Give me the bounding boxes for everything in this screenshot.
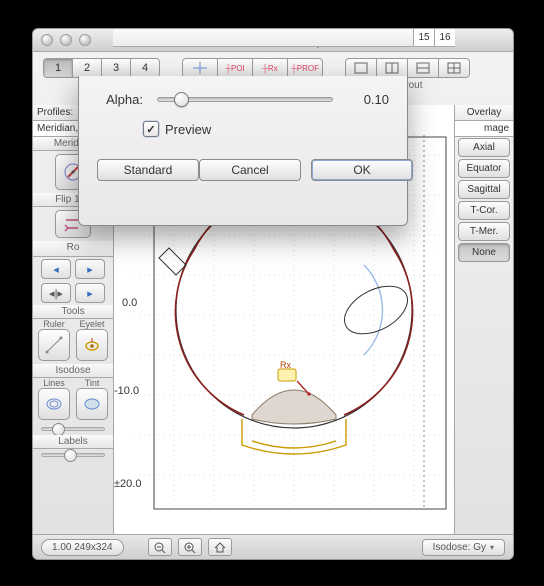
isodose-dropdown[interactable]: Isodose: Gy ▾ [422,539,505,556]
rotate-label: Ro [33,241,113,257]
plaque-1[interactable]: 1 [44,59,73,77]
statusbar: 1.00 249x324 Isodose: Gy ▾ [33,534,513,559]
layout-single-icon [354,62,368,74]
rotate-right-2[interactable]: ▸ [75,283,105,303]
triangle-right-icon: ▸ [87,263,93,276]
rotate-left[interactable]: ◂ [41,259,71,279]
overlay-tmer[interactable]: T-Mer. [458,222,510,241]
tools-label: Tools [33,305,113,319]
zoom-out-icon [153,541,167,553]
zoom-icon[interactable] [79,34,91,46]
ruler-icon [44,335,64,355]
isodose-slider[interactable] [41,427,105,431]
coords-pill: 1.00 249x324 [41,539,124,556]
minimize-icon[interactable] [60,34,72,46]
cursor-cross[interactable] [183,59,218,77]
profile-tabs: 15 16 [113,29,455,47]
close-icon[interactable] [41,34,53,46]
layout-4[interactable] [439,59,469,77]
overlay-none[interactable]: None [458,243,510,262]
overlay-sagittal[interactable]: Sagittal [458,180,510,199]
alpha-value: 0.10 [347,92,389,107]
cursor-poi[interactable]: ┼POI [218,59,253,77]
home-icon [213,541,227,553]
tab-15[interactable]: 15 [413,29,434,46]
overlay-hdr: Overlay [455,105,513,121]
lines-button[interactable] [38,388,70,420]
cancel-button[interactable]: Cancel [199,159,301,181]
alpha-label: Alpha: [97,92,143,107]
rx-label: Rx [280,360,291,370]
preview-label: Preview [165,122,211,137]
overlay-axial[interactable]: Axial [458,138,510,157]
cursor-rx[interactable]: ┼Rx [253,59,288,77]
cursor-prof[interactable]: ┼PROF [288,59,322,77]
layout-segment[interactable] [345,58,470,78]
isodose-text: Isodose: Gy [433,542,486,553]
layout-2col-icon [385,62,399,74]
layout-3[interactable] [408,59,439,77]
y-tick-2: ±20.0 [114,478,141,490]
mage-hdr: mage [455,121,513,137]
standard-button[interactable]: Standard [97,159,199,181]
eyelet-label: Eyelet [73,319,111,329]
ruler-button[interactable] [38,329,70,361]
isodose-label: Isodose [33,364,113,378]
chevron-down-icon: ▾ [490,543,494,552]
triangle-right-icon: ▸ [87,287,93,300]
rx-icon: ┼Rx [261,62,279,74]
y-tick-1: -10.0 [114,385,139,397]
alpha-sheet: Alpha: 0.10 ✓ Preview Standard Cancel OK [78,76,408,226]
labels-label: Labels [33,435,113,449]
poi-icon: ┼POI [226,62,244,74]
mirror-icon: ◂|▸ [49,287,63,300]
crosshair-icon [191,62,209,74]
home-button[interactable] [208,538,232,556]
triangle-left-icon: ◂ [53,263,59,276]
preview-checkbox[interactable]: ✓ [143,121,159,137]
tint-icon [82,394,102,414]
eyelet-icon [82,335,102,355]
plaque-segment[interactable]: 1 2 3 4 [43,58,160,78]
contour-icon [44,394,64,414]
overlay-tcor[interactable]: T-Cor. [458,201,510,220]
layout-2row-icon [416,62,430,74]
layout-2[interactable] [377,59,408,77]
plaque-4[interactable]: 4 [131,59,159,77]
zoom-in-button[interactable] [178,538,202,556]
zoom-out-button[interactable] [148,538,172,556]
right-sidebar: Overlay mage Axial Equator Sagittal T-Co… [455,105,513,535]
layout-1[interactable] [346,59,377,77]
rotate-right[interactable]: ▸ [75,259,105,279]
eyelet-button[interactable] [76,329,108,361]
zoom-in-icon [183,541,197,553]
ruler-label: Ruler [35,319,73,329]
alpha-slider[interactable] [157,97,333,102]
tab-16[interactable]: 16 [434,29,455,46]
tint-label: Tint [73,378,111,388]
y-tick-0: 0.0 [122,297,137,309]
plaque-3[interactable]: 3 [102,59,131,77]
coords-text: 1.00 249x324 [52,542,113,553]
overlay-equator[interactable]: Equator [458,159,510,178]
tint-button[interactable] [76,388,108,420]
layout-4up-icon [447,62,461,74]
lines-label: Lines [35,378,73,388]
labels-slider[interactable] [41,453,105,457]
mirror-h[interactable]: ◂|▸ [41,283,71,303]
prof-icon: ┼PROF [296,62,314,74]
cursor-segment[interactable]: ┼POI ┼Rx ┼PROF [182,58,323,78]
plaque-2[interactable]: 2 [73,59,102,77]
ok-button[interactable]: OK [311,159,413,181]
